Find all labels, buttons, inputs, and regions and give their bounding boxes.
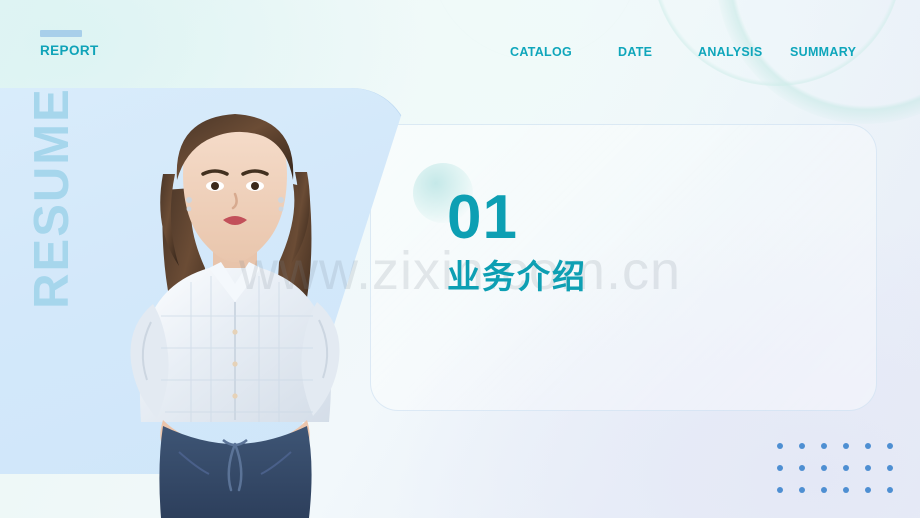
- grid-dot: [887, 487, 893, 493]
- grid-dot: [821, 487, 827, 493]
- grid-dot: [799, 487, 805, 493]
- grid-dot: [865, 465, 871, 471]
- grid-dot: [777, 465, 783, 471]
- section-number: 01: [447, 183, 518, 252]
- section-headline: 01 业务介绍: [447, 186, 587, 296]
- grid-dot: [777, 443, 783, 449]
- dot-grid-decoration: [777, 443, 909, 509]
- portrait-photo: [105, 96, 365, 518]
- grid-dot: [821, 443, 827, 449]
- nav-item-catalog[interactable]: CATALOG: [510, 44, 618, 60]
- grid-dot: [777, 487, 783, 493]
- grid-dot: [843, 487, 849, 493]
- resume-vertical-label: RESUME: [25, 87, 79, 309]
- grid-dot: [799, 465, 805, 471]
- brand-accent-bar: [40, 30, 82, 37]
- grid-dot: [887, 443, 893, 449]
- grid-dot: [799, 443, 805, 449]
- grid-dot: [865, 487, 871, 493]
- grid-dot: [843, 443, 849, 449]
- presentation-slide: RESUME 01 业务介绍 REPORT CATALOG DATE ANALY…: [0, 0, 920, 518]
- nav-item-summary[interactable]: SUMMARY: [790, 44, 862, 60]
- grid-dot: [821, 465, 827, 471]
- grid-dot: [865, 443, 871, 449]
- grid-dot: [843, 465, 849, 471]
- nav-item-analysis[interactable]: ANALYSIS: [698, 44, 790, 60]
- brand-block: REPORT: [40, 30, 99, 58]
- nav-item-date[interactable]: DATE: [618, 44, 698, 60]
- top-navigation: CATALOG DATE ANALYSIS SUMMARY: [510, 44, 900, 60]
- slide-header: REPORT CATALOG DATE ANALYSIS SUMMARY: [0, 0, 920, 88]
- brand-label: REPORT: [40, 43, 99, 58]
- section-title: 业务介绍: [447, 258, 587, 295]
- grid-dot: [887, 465, 893, 471]
